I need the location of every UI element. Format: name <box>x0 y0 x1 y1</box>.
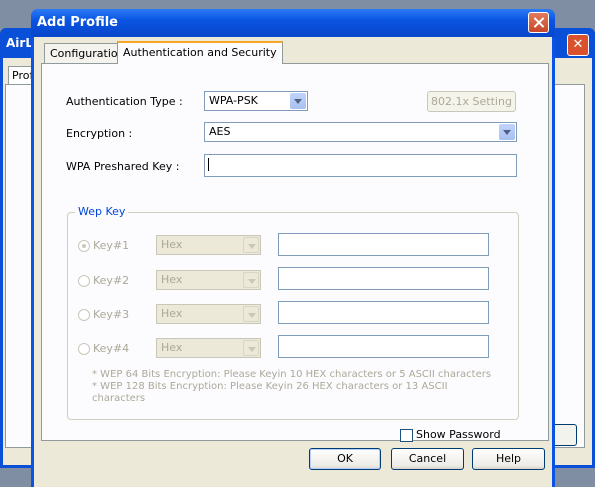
key4-input[interactable] <box>278 335 489 358</box>
key2-radio[interactable] <box>78 275 90 287</box>
show-password-checkbox[interactable] <box>400 429 413 442</box>
key3-label: Key#3 <box>93 308 130 321</box>
help-button[interactable]: Help <box>472 448 545 470</box>
add-profile-dialog: Add Profile Configuration Authentication… <box>31 9 555 487</box>
key2-input[interactable] <box>278 267 489 290</box>
wep-note: * WEP 64 Bits Encryption: Please Keyin 1… <box>92 369 492 405</box>
dialog-title-bar[interactable]: Add Profile <box>31 9 555 37</box>
cancel-button[interactable]: Cancel <box>391 448 464 470</box>
dot1x-setting-button[interactable]: 802.1x Setting <box>427 91 516 112</box>
auth-type-value: WPA-PSK <box>209 94 258 107</box>
text-cursor <box>208 158 209 171</box>
tab-authentication-and-security[interactable]: Authentication and Security <box>117 41 283 64</box>
tab-panel: Authentication Type : WPA-PSK 802.1x Set… <box>41 63 549 442</box>
chevron-down-icon[interactable] <box>243 272 259 288</box>
chevron-down-icon[interactable] <box>243 306 259 322</box>
key1-radio[interactable] <box>78 240 90 252</box>
key1-label: Key#1 <box>93 239 130 252</box>
dialog-client-area: Configuration Authentication and Securit… <box>34 37 552 487</box>
close-button[interactable] <box>528 12 549 33</box>
chevron-down-icon[interactable] <box>243 237 259 253</box>
key1-format-select[interactable]: Hex <box>156 235 261 255</box>
preshared-key-input[interactable] <box>204 154 517 177</box>
wep-note-line2: * WEP 128 Bits Encryption: Please Keyin … <box>92 381 448 392</box>
key3-format-select[interactable]: Hex <box>156 304 261 324</box>
wep-note-line3: characters <box>92 393 146 404</box>
chevron-down-icon[interactable] <box>290 93 306 109</box>
wep-key-group-title: Wep Key <box>75 205 129 218</box>
key4-radio[interactable] <box>78 343 90 355</box>
key2-format-select[interactable]: Hex <box>156 270 261 290</box>
ok-button[interactable]: OK <box>309 448 381 470</box>
preshared-key-label: WPA Preshared Key : <box>66 160 180 173</box>
key2-label: Key#2 <box>93 274 130 287</box>
key3-radio[interactable] <box>78 309 90 321</box>
dialog-title: Add Profile <box>37 15 118 30</box>
chevron-down-icon[interactable] <box>499 124 515 140</box>
encryption-select[interactable]: AES <box>204 122 517 142</box>
auth-type-label: Authentication Type : <box>66 95 183 108</box>
chevron-down-icon[interactable] <box>243 340 259 356</box>
encryption-label: Encryption : <box>66 127 133 140</box>
wep-note-line1: * WEP 64 Bits Encryption: Please Keyin 1… <box>92 369 492 380</box>
key1-input[interactable] <box>278 233 489 256</box>
key4-format-select[interactable]: Hex <box>156 338 261 358</box>
key3-input[interactable] <box>278 301 489 324</box>
auth-type-select[interactable]: WPA-PSK <box>204 91 308 111</box>
background-close-button[interactable]: ✕ <box>567 34 589 56</box>
encryption-value: AES <box>209 125 231 138</box>
show-password-label: Show Password <box>416 428 501 441</box>
key4-label: Key#4 <box>93 342 130 355</box>
